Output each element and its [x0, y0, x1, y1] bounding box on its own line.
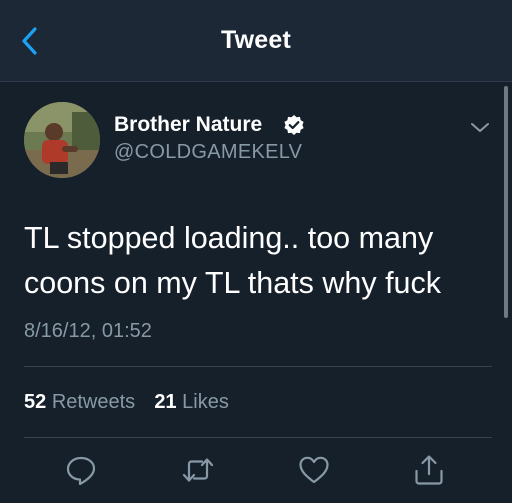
- tweet-text-line-1: TL stopped loading.. too many: [24, 221, 434, 255]
- retweets-count: 52: [24, 391, 47, 413]
- top-nav-bar: Tweet: [0, 0, 512, 82]
- likes-label: Likes: [182, 391, 229, 413]
- retweet-icon: [182, 458, 214, 482]
- author-name[interactable]: Brother Nature: [114, 113, 262, 137]
- chevron-down-icon: [471, 123, 489, 132]
- tweet-text-line-2: coons on my TL thats why fuck: [24, 266, 442, 300]
- engagement-stats: 52 Retweets 21 Likes: [24, 391, 229, 414]
- scrollbar[interactable]: [504, 86, 508, 318]
- share-icon: [415, 455, 443, 485]
- tweet-text: TL stopped loading.. too many coons on m…: [24, 216, 484, 306]
- like-button[interactable]: [297, 453, 331, 487]
- likes-stat[interactable]: 21 Likes: [154, 391, 229, 413]
- heart-icon: [299, 456, 329, 484]
- reply-icon: [66, 456, 96, 486]
- retweets-stat[interactable]: 52 Retweets: [24, 391, 141, 413]
- likes-count: 21: [154, 391, 177, 413]
- divider: [24, 366, 492, 367]
- tweet-timestamp: 8/16/12, 01:52: [24, 320, 152, 342]
- avatar[interactable]: [24, 102, 100, 178]
- divider: [24, 437, 492, 438]
- avatar-photo: [24, 102, 100, 178]
- more-options-button[interactable]: [468, 118, 492, 138]
- retweets-label: Retweets: [51, 391, 136, 413]
- page-title: Tweet: [221, 26, 291, 54]
- author-handle[interactable]: @COLDGAMEKELV: [114, 141, 302, 164]
- verified-badge-icon: [283, 114, 305, 136]
- reply-button[interactable]: [64, 453, 98, 487]
- share-button[interactable]: [412, 453, 446, 487]
- retweet-button[interactable]: [181, 453, 215, 487]
